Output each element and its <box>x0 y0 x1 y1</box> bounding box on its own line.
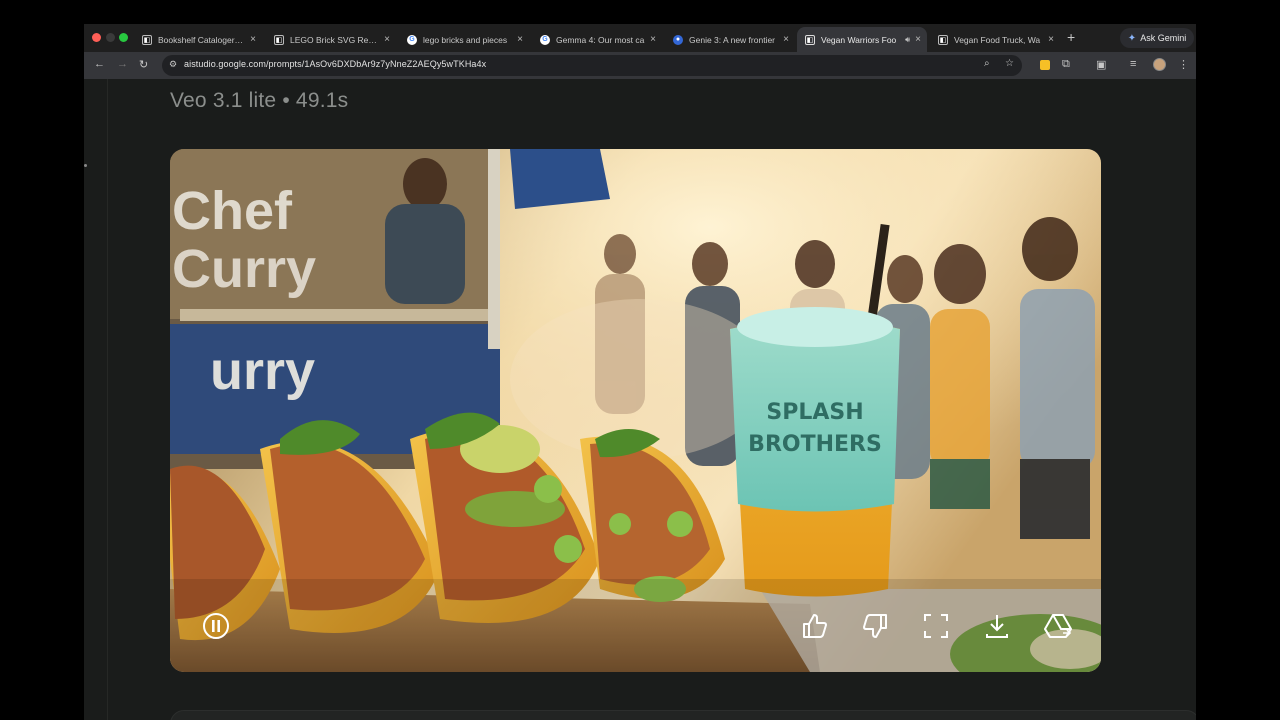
tab-genie-3[interactable]: ● Genie 3: A new frontier × <box>665 27 795 52</box>
extension-icon[interactable] <box>1040 60 1050 70</box>
browser-toolbar: ← → ↻ ⚙ aistudio.google.com/prompts/1AsO… <box>84 52 1196 79</box>
model-info: Veo 3.1 lite • 49.1s <box>170 89 349 112</box>
tab-title: Gemma 4: Our most ca <box>556 34 645 45</box>
forward-arrow-icon[interactable]: → <box>117 58 128 70</box>
download-button[interactable] <box>981 610 1013 642</box>
bookmark-star-icon[interactable]: ☆ <box>1005 58 1014 69</box>
new-tab-button[interactable]: + <box>1067 29 1075 45</box>
close-tab-icon[interactable]: × <box>650 34 656 45</box>
side-panel-icon[interactable]: ▣ <box>1096 58 1106 71</box>
thumbs-up-icon <box>803 614 827 638</box>
tab-title: Vegan Food Truck, Wa <box>954 34 1041 45</box>
menu-kebab-icon[interactable]: ⋮ <box>1178 58 1189 71</box>
save-to-drive-button[interactable] <box>1042 610 1074 642</box>
browser-window: ◧ Bookshelf Cataloger | G × ◧ LEGO Brick… <box>84 24 1196 720</box>
google-icon: G <box>540 34 550 45</box>
drive-icon <box>1044 614 1072 638</box>
close-tab-icon[interactable]: × <box>915 34 921 45</box>
close-tab-icon[interactable]: × <box>250 34 256 45</box>
sidebar-rail <box>84 79 108 720</box>
reload-icon[interactable]: ↻ <box>139 58 148 71</box>
thumbs-down-icon <box>863 614 887 638</box>
close-tab-icon[interactable]: × <box>517 34 523 45</box>
tab-title: LEGO Brick SVG Repres <box>290 34 380 45</box>
close-tab-icon[interactable]: × <box>384 34 390 45</box>
maximize-window-button[interactable] <box>119 33 128 42</box>
tab-strip: ◧ Bookshelf Cataloger | G × ◧ LEGO Brick… <box>84 24 1196 52</box>
ask-gemini-button[interactable]: ✦ Ask Gemini <box>1120 28 1194 48</box>
tab-title: lego bricks and pieces <box>423 34 508 45</box>
speaker-icon[interactable]: 🔊︎ <box>905 35 910 45</box>
cup-text-splash: SPLASH <box>766 400 863 425</box>
next-response-card <box>170 710 1196 720</box>
ask-gemini-label: Ask Gemini <box>1140 33 1187 43</box>
tab-lego-brick-svg[interactable]: ◧ LEGO Brick SVG Repres × <box>266 27 396 52</box>
extensions-puzzle-icon[interactable]: ⧉ <box>1062 58 1070 71</box>
close-tab-icon[interactable]: × <box>783 34 789 45</box>
truck-sign-urry: urry <box>210 341 315 401</box>
minimize-window-button[interactable] <box>106 33 115 42</box>
video-frame: Chef Curry urry SPLASH BROTHERS <box>170 149 1101 672</box>
site-info-icon[interactable]: ⚙ <box>169 59 177 70</box>
studio-icon: ◧ <box>805 34 815 45</box>
tab-vegan-warriors[interactable]: ◧ Vegan Warriors Foo 🔊︎ × <box>797 27 927 52</box>
tab-title: Genie 3: A new frontier <box>689 34 775 45</box>
google-icon: G <box>407 34 417 45</box>
close-tab-icon[interactable]: × <box>1048 34 1054 45</box>
media-controls-icon[interactable]: ≡ <box>1130 58 1136 70</box>
thumbs-down-button[interactable] <box>859 610 891 642</box>
deepmind-icon: ● <box>673 34 683 45</box>
thumbs-up-button[interactable] <box>799 610 831 642</box>
tab-title: Bookshelf Cataloger | G <box>158 34 246 45</box>
studio-icon: ◧ <box>142 34 152 45</box>
studio-icon: ◧ <box>938 34 948 45</box>
truck-sign-chef: Chef <box>172 181 293 241</box>
back-arrow-icon[interactable]: ← <box>94 58 105 70</box>
url-text[interactable]: aistudio.google.com/prompts/1AsOv6DXDbAr… <box>184 59 486 69</box>
gemini-spark-icon: ✦ <box>1127 32 1137 44</box>
address-bar[interactable]: ⚙ aistudio.google.com/prompts/1AsOv6DXDb… <box>162 55 1022 76</box>
truck-sign-curry: Curry <box>172 239 316 299</box>
tab-bookshelf-cataloger[interactable]: ◧ Bookshelf Cataloger | G × <box>134 27 262 52</box>
page-content: Veo 3.1 lite • 49.1s Chef Curry urry SPL… <box>84 79 1196 720</box>
fullscreen-button[interactable] <box>920 610 952 642</box>
download-icon <box>986 615 1008 638</box>
cup-text-brothers: BROTHERS <box>748 432 882 457</box>
pause-button[interactable] <box>200 610 232 642</box>
tab-title: Vegan Warriors Foo <box>821 34 897 45</box>
tab-lego-bricks-search[interactable]: G lego bricks and pieces × <box>399 27 529 52</box>
rail-marker <box>84 164 87 167</box>
profile-avatar[interactable] <box>1153 58 1166 71</box>
tab-gemma-4[interactable]: G Gemma 4: Our most ca × <box>532 27 662 52</box>
close-window-button[interactable] <box>92 33 101 42</box>
tab-vegan-food-truck[interactable]: ◧ Vegan Food Truck, Wa × <box>930 27 1060 52</box>
pause-icon <box>203 613 229 639</box>
studio-icon: ◧ <box>274 34 284 45</box>
generated-video[interactable]: Chef Curry urry SPLASH BROTHERS <box>170 149 1101 672</box>
fullscreen-icon <box>924 614 948 638</box>
zoom-icon[interactable]: ⌕ <box>984 58 990 69</box>
